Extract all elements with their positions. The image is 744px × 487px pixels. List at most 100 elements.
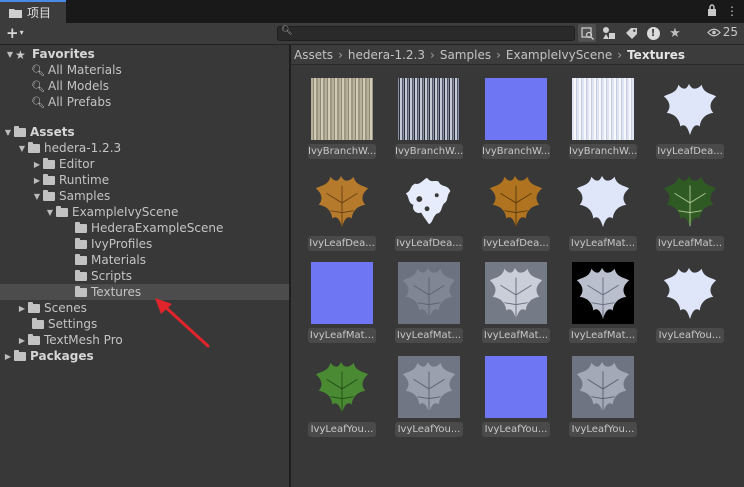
tab-project[interactable]: 项目 — [0, 0, 66, 23]
breadcrumb-item-hedera[interactable]: hedera-1.2.3 — [348, 48, 425, 62]
favorite-button[interactable]: ★ — [666, 24, 684, 42]
lock-icon[interactable] — [707, 4, 717, 18]
folder-icon — [74, 254, 88, 266]
asset-item[interactable]: IvyLeafMat... — [482, 262, 552, 348]
tree-item-editor[interactable]: ▶ Editor — [0, 156, 321, 172]
texture-thumbnail — [398, 170, 460, 232]
tree-item-hedera[interactable]: ▼ hedera-1.2.3 — [0, 140, 306, 156]
texture-thumbnail — [572, 170, 634, 232]
asset-item[interactable]: IvyLeafYou... — [569, 356, 639, 442]
asset-item[interactable]: IvyLeafDea... — [656, 78, 726, 164]
asset-label: IvyLeafMat... — [308, 328, 376, 343]
asset-item[interactable]: IvyLeafYou... — [656, 262, 726, 348]
texture-thumbnail — [485, 78, 547, 140]
asset-item[interactable]: IvyLeafDea... — [482, 170, 552, 256]
texture-thumbnail — [311, 170, 373, 232]
texture-thumbnail — [311, 78, 373, 140]
asset-item[interactable]: IvyBranchW... — [569, 78, 639, 164]
tree-item-exampleivyscene[interactable]: ▼ ExampleIvyScene — [0, 204, 334, 220]
asset-label: IvyLeafMat... — [656, 236, 724, 251]
red-arrow-annotation — [155, 298, 210, 348]
asset-item[interactable]: IvyLeafMat... — [656, 170, 726, 256]
tree-item-packages[interactable]: ▶ Packages — [0, 348, 292, 364]
tree-item-label: ExampleIvyScene — [72, 205, 179, 219]
more-options-icon[interactable]: ⋮ — [726, 4, 738, 18]
console-warnings-button[interactable]: ! — [644, 24, 662, 42]
eye-icon — [706, 28, 721, 36]
texture-thumbnail — [398, 78, 460, 140]
tree-item-samples[interactable]: ▼ Samples — [0, 188, 321, 204]
tree-item-label: Samples — [59, 189, 111, 203]
asset-item[interactable]: IvyBranchW... — [482, 78, 552, 164]
search-by-type-button[interactable] — [578, 24, 596, 42]
asset-label: IvyLeafMat... — [569, 328, 637, 343]
asset-item[interactable]: IvyLeafMat... — [569, 262, 639, 348]
expanded-arrow-icon[interactable]: ▼ — [45, 208, 55, 217]
asset-label: IvyLeafDea... — [308, 236, 376, 251]
breadcrumb-item-textures[interactable]: Textures — [627, 48, 685, 62]
tree-item-label: Favorites — [32, 47, 95, 61]
folder-icon — [74, 222, 88, 234]
asset-item[interactable]: IvyLeafMat... — [395, 262, 465, 348]
tree-item-assets[interactable]: ▼ Assets — [0, 124, 292, 140]
tree-item-label: Scenes — [44, 301, 87, 315]
collapsed-arrow-icon[interactable]: ▶ — [32, 176, 42, 185]
create-menu-button[interactable]: +▾ — [6, 24, 24, 42]
hidden-packages-toggle[interactable]: 25 — [706, 25, 738, 39]
folder-icon — [31, 318, 45, 330]
tree-item-label: hedera-1.2.3 — [44, 141, 122, 155]
asset-item[interactable]: IvyLeafYou... — [395, 356, 465, 442]
collapsed-arrow-icon[interactable]: ▶ — [17, 304, 27, 313]
shapes-icon — [603, 27, 615, 39]
breadcrumb-item-exampleivyscene[interactable]: ExampleIvyScene — [506, 48, 612, 62]
tree-item-label: Packages — [30, 349, 94, 363]
asset-item[interactable]: IvyLeafYou... — [482, 356, 552, 442]
folder-icon — [74, 286, 88, 298]
texture-thumbnail — [659, 170, 721, 232]
tree-item-label: Settings — [48, 317, 98, 331]
tree-item-all-models[interactable]: 🔍︎ All Models — [0, 78, 320, 94]
asset-label: IvyBranchW... — [482, 144, 550, 159]
texture-thumbnail — [398, 262, 460, 324]
expanded-arrow-icon[interactable]: ▼ — [5, 50, 15, 59]
texture-thumbnail — [485, 170, 547, 232]
tree-item-all-materials[interactable]: 🔍︎ All Materials — [0, 62, 320, 78]
expanded-arrow-icon[interactable]: ▼ — [17, 144, 27, 153]
breadcrumb-separator-icon: › — [338, 47, 343, 62]
breadcrumb: Assets › hedera-1.2.3 › Samples › Exampl… — [291, 45, 744, 65]
asset-browser-panel: Assets › hedera-1.2.3 › Samples › Exampl… — [291, 45, 744, 487]
folder-open-icon — [42, 190, 56, 202]
asset-item[interactable]: IvyLeafDea... — [395, 170, 465, 256]
search-input[interactable] — [294, 27, 564, 40]
asset-label: IvyLeafMat... — [395, 328, 463, 343]
tree-item-favorites[interactable]: ▼ ★ Favorites — [0, 46, 294, 62]
texture-thumbnail — [659, 262, 721, 324]
tree-item-label: All Models — [48, 79, 109, 93]
asset-item[interactable]: IvyLeafMat... — [569, 170, 639, 256]
folder-icon — [42, 174, 56, 186]
tree-item-all-prefabs[interactable]: 🔍︎ All Prefabs — [0, 94, 320, 110]
expanded-arrow-icon[interactable]: ▼ — [3, 128, 13, 137]
search-icon: 🔍︎ — [31, 96, 45, 109]
breadcrumb-item-assets[interactable]: Assets — [294, 48, 333, 62]
collapsed-arrow-icon[interactable]: ▶ — [17, 336, 27, 345]
asset-item[interactable]: IvyBranchW... — [308, 78, 378, 164]
texture-thumbnail — [485, 262, 547, 324]
filter-by-type-button[interactable] — [600, 24, 618, 42]
breadcrumb-item-samples[interactable]: Samples — [440, 48, 491, 62]
tree-item-label: All Prefabs — [48, 95, 112, 109]
chevron-down-icon: ▾ — [19, 28, 24, 37]
asset-item[interactable]: IvyLeafMat... — [308, 262, 378, 348]
expanded-arrow-icon[interactable]: ▼ — [32, 192, 42, 201]
search-by-type-icon — [580, 26, 594, 40]
search-field[interactable]: 🔍︎ — [277, 26, 575, 41]
tree-item-label: Assets — [30, 125, 75, 139]
asset-item[interactable]: IvyLeafYou... — [308, 356, 378, 442]
collapsed-arrow-icon[interactable]: ▶ — [3, 352, 13, 361]
asset-item[interactable]: IvyBranchW... — [395, 78, 465, 164]
tree-item-runtime[interactable]: ▶ Runtime — [0, 172, 321, 188]
folder-icon — [42, 158, 56, 170]
asset-item[interactable]: IvyLeafDea... — [308, 170, 378, 256]
collapsed-arrow-icon[interactable]: ▶ — [32, 160, 42, 169]
filter-by-label-button[interactable] — [622, 24, 640, 42]
